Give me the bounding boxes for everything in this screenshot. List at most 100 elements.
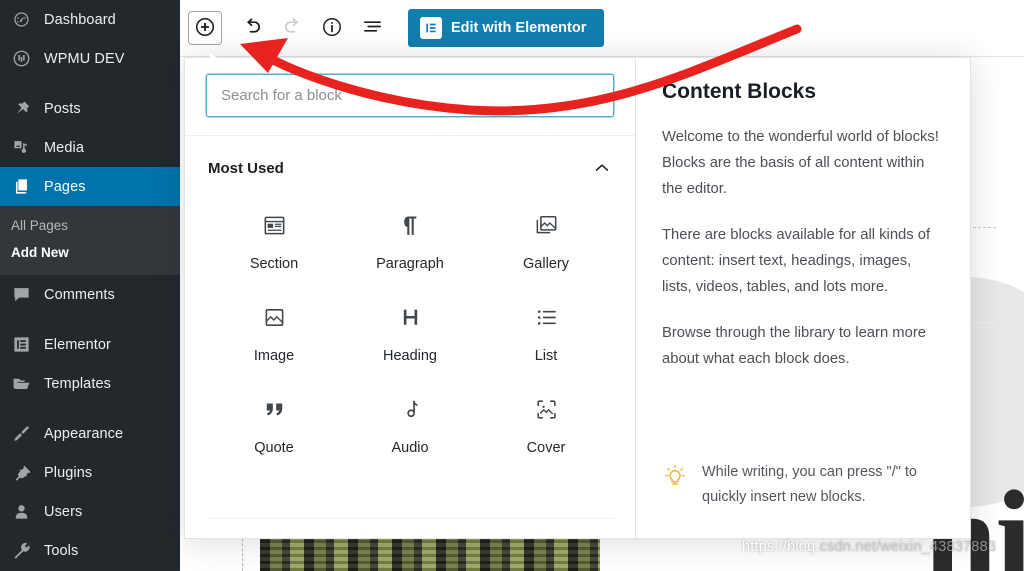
brush-icon bbox=[11, 424, 31, 444]
block-item-gallery[interactable]: Gallery bbox=[478, 198, 614, 284]
sidebar-item-plugins[interactable]: Plugins bbox=[0, 453, 180, 492]
popover-arrow bbox=[210, 49, 228, 58]
dashboard-icon bbox=[11, 10, 31, 30]
block-item-paragraph[interactable]: Paragraph bbox=[342, 198, 478, 284]
sidebar-item-posts[interactable]: Posts bbox=[0, 89, 180, 128]
help-tip: While writing, you can press "/" to quic… bbox=[662, 460, 944, 510]
image-icon bbox=[262, 304, 287, 330]
section-icon bbox=[262, 212, 287, 238]
sidebar-separator bbox=[0, 78, 180, 89]
block-inserter-popover: Most Used bbox=[184, 57, 971, 539]
block-item-list[interactable]: List bbox=[478, 290, 614, 376]
block-item-image[interactable]: Image bbox=[206, 290, 342, 376]
audio-icon bbox=[398, 396, 423, 422]
sidebar-item-label: WPMU DEV bbox=[44, 50, 125, 67]
sidebar-separator bbox=[0, 403, 180, 414]
heading-icon bbox=[398, 304, 423, 330]
sidebar-subitem-all-pages[interactable]: All Pages bbox=[0, 212, 180, 239]
list-icon bbox=[534, 304, 559, 330]
help-panel-title: Content Blocks bbox=[662, 80, 817, 103]
sidebar-item-label: Media bbox=[44, 139, 84, 156]
pages-icon bbox=[11, 177, 31, 197]
plug-icon bbox=[11, 463, 31, 483]
sidebar-item-tools[interactable]: Tools bbox=[0, 531, 180, 570]
wpmudev-icon bbox=[11, 49, 31, 69]
sidebar-subitem-add-new[interactable]: Add New bbox=[0, 239, 180, 266]
watermark-prefix: https://blog. bbox=[742, 539, 820, 555]
redo-button[interactable] bbox=[274, 10, 310, 46]
category-title: Most Used bbox=[208, 159, 284, 177]
comment-icon bbox=[11, 285, 31, 305]
editor-toolbar: Edit with Elementor bbox=[180, 0, 1024, 57]
paragraph-icon bbox=[398, 212, 423, 238]
add-block-button[interactable] bbox=[188, 11, 222, 45]
block-item-heading[interactable]: Heading bbox=[342, 290, 478, 376]
sidebar-item-templates[interactable]: Templates bbox=[0, 364, 180, 403]
lightbulb-icon bbox=[662, 462, 688, 493]
block-item-section[interactable]: Section bbox=[206, 198, 342, 284]
sidebar-item-label: Plugins bbox=[44, 464, 93, 481]
circle-plus-icon bbox=[194, 16, 216, 41]
block-label: Section bbox=[249, 256, 299, 272]
elementor-button-label: Edit with Elementor bbox=[451, 20, 587, 36]
sidebar-item-media[interactable]: Media bbox=[0, 128, 180, 167]
inserter-help-panel: Content Blocks Welcome to the wonderful … bbox=[636, 58, 970, 538]
screenshot-root: Dashboard WPMU DEV Posts Media Pages All… bbox=[0, 0, 1024, 571]
media-icon bbox=[11, 138, 31, 158]
help-paragraph: Welcome to the wonderful world of blocks… bbox=[662, 129, 939, 197]
block-label: Paragraph bbox=[376, 256, 444, 272]
content-info-button[interactable] bbox=[314, 10, 350, 46]
sidebar-item-label: Posts bbox=[44, 100, 81, 117]
sidebar-item-label: Tools bbox=[44, 542, 79, 559]
sidebar-item-users[interactable]: Users bbox=[0, 492, 180, 531]
watermark: https://blog.csdn.net/weixin_43837883 bbox=[742, 539, 996, 555]
admin-sidebar: Dashboard WPMU DEV Posts Media Pages All… bbox=[0, 0, 188, 571]
redo-icon bbox=[281, 15, 304, 41]
sidebar-item-label: Templates bbox=[44, 375, 111, 392]
sidebar-item-pages[interactable]: Pages bbox=[0, 167, 188, 206]
block-label: Quote bbox=[254, 440, 294, 456]
block-label: Cover bbox=[526, 440, 566, 456]
block-label: List bbox=[534, 348, 558, 364]
sidebar-item-dashboard[interactable]: Dashboard bbox=[0, 0, 180, 39]
undo-icon bbox=[241, 15, 264, 41]
block-item-quote[interactable]: Quote bbox=[206, 382, 342, 468]
sidebar-item-label: Pages bbox=[44, 178, 86, 195]
sidebar-item-label: Comments bbox=[44, 286, 115, 303]
list-view-icon bbox=[361, 15, 384, 41]
chevron-up-icon[interactable] bbox=[592, 158, 612, 178]
category-header-most-used[interactable]: Most Used bbox=[206, 136, 614, 182]
list-view-button[interactable] bbox=[354, 10, 390, 46]
undo-button[interactable] bbox=[234, 10, 270, 46]
edit-with-elementor-button[interactable]: Edit with Elementor bbox=[408, 9, 605, 47]
watermark-suffix: csdn.net/weixin_43837883 bbox=[819, 539, 997, 555]
folder-icon bbox=[11, 374, 31, 394]
sidebar-item-label: Dashboard bbox=[44, 11, 116, 28]
block-label: Audio bbox=[391, 440, 429, 456]
sidebar-item-appearance[interactable]: Appearance bbox=[0, 414, 180, 453]
search-input[interactable] bbox=[206, 74, 614, 117]
sidebar-submenu-pages: All Pages Add New bbox=[0, 206, 180, 275]
search-field-wrapper bbox=[206, 74, 614, 117]
gallery-icon bbox=[534, 212, 559, 238]
sidebar-item-label: Appearance bbox=[44, 425, 124, 442]
pin-icon bbox=[11, 99, 31, 119]
sidebar-item-comments[interactable]: Comments bbox=[0, 275, 180, 314]
help-paragraph: There are blocks available for all kinds… bbox=[662, 227, 931, 295]
sidebar-separator bbox=[0, 314, 180, 325]
inserter-left-column: Most Used bbox=[185, 58, 636, 538]
block-type-grid: Section Paragraph Gallery Image Heading … bbox=[206, 198, 614, 468]
info-circle-icon bbox=[321, 16, 343, 41]
user-icon bbox=[11, 502, 31, 522]
block-label: Heading bbox=[382, 348, 437, 364]
sidebar-item-wpmu-dev[interactable]: WPMU DEV bbox=[0, 39, 180, 78]
elementor-icon bbox=[11, 335, 31, 355]
wrench-icon bbox=[11, 541, 31, 561]
sidebar-item-label: Elementor bbox=[44, 336, 111, 353]
help-tip-text: While writing, you can press "/" to quic… bbox=[702, 464, 917, 505]
sidebar-item-elementor[interactable]: Elementor bbox=[0, 325, 180, 364]
cover-icon bbox=[534, 396, 559, 422]
block-item-cover[interactable]: Cover bbox=[478, 382, 614, 468]
help-paragraph: Browse through the library to learn more… bbox=[662, 325, 927, 367]
block-item-audio[interactable]: Audio bbox=[342, 382, 478, 468]
